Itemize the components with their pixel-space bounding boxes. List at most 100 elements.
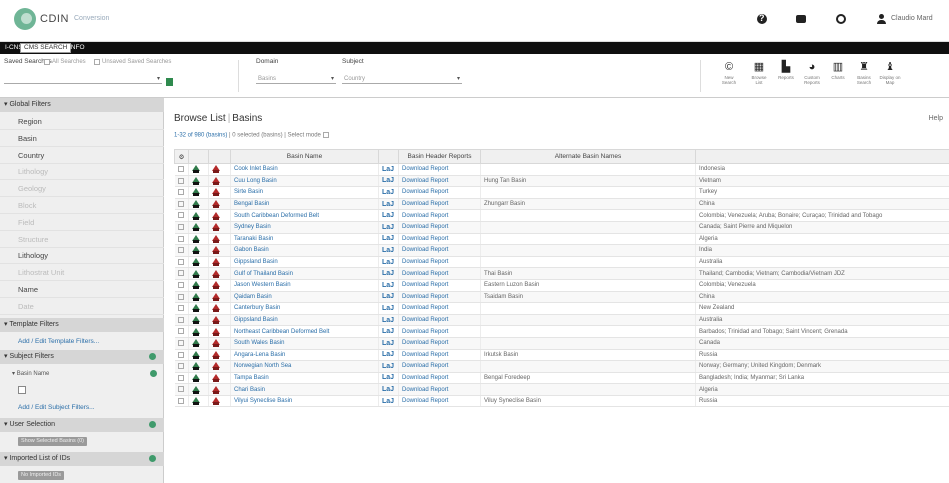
- download-report-link[interactable]: Download Report: [402, 375, 448, 381]
- table-row[interactable]: Gippsland Basin LaJ Download Report Austral…: [174, 314, 949, 327]
- row-checkbox[interactable]: [177, 351, 184, 358]
- user-name[interactable]: Claudio Mard: [891, 15, 933, 22]
- red-tree-icon[interactable]: [212, 339, 220, 348]
- table-row[interactable]: Taranaki Basin LaJ Download Report Algeria: [174, 233, 949, 246]
- row-checkbox[interactable]: [177, 189, 184, 196]
- table-row[interactable]: Cuu Long Basin LaJ Download Report Hung Tan…: [174, 175, 949, 188]
- basin-name-link[interactable]: Jason Western Basin: [234, 282, 291, 288]
- table-row[interactable]: Qaidam Basin LaJ Download Report Tsaidam Ba…: [174, 291, 949, 304]
- basins-search-tool[interactable]: ♜ Basins Search: [853, 62, 875, 86]
- download-report-link[interactable]: Download Report: [402, 259, 448, 265]
- basin-name-link[interactable]: Bengal Basin: [234, 201, 269, 207]
- subject-select[interactable]: Country ▾: [342, 74, 462, 84]
- chart-icon[interactable]: LaJ: [382, 270, 394, 277]
- red-tree-icon[interactable]: [212, 188, 220, 197]
- row-checkbox[interactable]: [177, 235, 184, 242]
- template-filters-header[interactable]: ▾ Template Filters: [0, 318, 164, 332]
- help-link[interactable]: Help: [929, 115, 943, 122]
- sidebar-item-date[interactable]: Date: [0, 299, 164, 315]
- chart-icon[interactable]: LaJ: [382, 166, 394, 173]
- basin-name-link[interactable]: Cook Inlet Basin: [234, 166, 278, 172]
- gear-icon[interactable]: ⚙: [174, 149, 189, 164]
- global-filters-header[interactable]: ▾ Global Filters: [0, 98, 164, 112]
- row-checkbox[interactable]: [177, 212, 184, 219]
- basin-name-link[interactable]: Tampa Basin: [234, 375, 269, 381]
- select-mode-label[interactable]: Select mode: [288, 133, 321, 139]
- table-row[interactable]: Jason Western Basin LaJ Download Report Eas…: [174, 279, 949, 292]
- row-checkbox[interactable]: [177, 200, 184, 207]
- basin-name-link[interactable]: Gippsland Basin: [234, 259, 278, 265]
- table-row[interactable]: Vilyui Syneclise Basin LaJ Download Report…: [174, 395, 949, 408]
- sidebar-item-field[interactable]: Field: [0, 215, 164, 231]
- red-tree-icon[interactable]: [212, 362, 220, 371]
- download-report-link[interactable]: Download Report: [402, 166, 448, 172]
- red-tree-icon[interactable]: [212, 316, 220, 325]
- column-header-country[interactable]: [695, 149, 949, 164]
- sidebar-item-lithology[interactable]: Lithology: [0, 248, 164, 265]
- basin-name-link[interactable]: Cuu Long Basin: [234, 178, 277, 184]
- download-report-link[interactable]: Download Report: [402, 398, 448, 404]
- chart-icon[interactable]: LaJ: [382, 282, 394, 289]
- basin-name-link[interactable]: Taranaki Basin: [234, 236, 273, 242]
- saved-searches-select[interactable]: ▾: [4, 74, 162, 84]
- table-row[interactable]: Canterbury Basin LaJ Download Report New Ze…: [174, 302, 949, 315]
- red-tree-icon[interactable]: [212, 165, 220, 174]
- table-row[interactable]: South Caribbean Deformed Belt LaJ Download…: [174, 209, 949, 222]
- red-tree-icon[interactable]: [212, 246, 220, 255]
- save-search-icon[interactable]: [166, 78, 173, 86]
- table-row[interactable]: Angara-Lena Basin LaJ Download Report Irkut…: [174, 349, 949, 362]
- row-checkbox[interactable]: [177, 339, 184, 346]
- red-tree-icon[interactable]: [212, 373, 220, 382]
- green-tree-icon[interactable]: [192, 350, 200, 359]
- green-tree-icon[interactable]: [192, 292, 200, 301]
- download-report-link[interactable]: Download Report: [402, 282, 448, 288]
- display-on-map-tool[interactable]: ♝ Display on Map: [879, 62, 901, 86]
- messages-icon[interactable]: [796, 15, 806, 23]
- chart-icon[interactable]: LaJ: [382, 374, 394, 381]
- download-report-link[interactable]: Download Report: [402, 340, 448, 346]
- sidebar-item-basin[interactable]: Basin: [0, 131, 164, 147]
- row-checkbox[interactable]: [177, 386, 184, 393]
- chart-icon[interactable]: LaJ: [382, 235, 394, 242]
- chart-icon[interactable]: LaJ: [382, 212, 394, 219]
- green-tree-icon[interactable]: [192, 373, 200, 382]
- add-template-filters-link[interactable]: Add / Edit Template Filters...: [18, 338, 99, 345]
- basin-name-link[interactable]: Northeast Caribbean Deformed Belt: [234, 329, 329, 335]
- basin-name-link[interactable]: Canterbury Basin: [234, 305, 280, 311]
- sidebar-item-country[interactable]: Country: [0, 148, 164, 164]
- table-row[interactable]: Bengal Basin LaJ Download Report Zhungarr B…: [174, 198, 949, 211]
- green-tree-icon[interactable]: [192, 223, 200, 232]
- basin-name-filter[interactable]: ▾ Basin Name: [12, 370, 49, 377]
- chart-icon[interactable]: LaJ: [382, 328, 394, 335]
- green-tree-icon[interactable]: [192, 362, 200, 371]
- green-tree-icon[interactable]: [192, 246, 200, 255]
- download-report-link[interactable]: Download Report: [402, 224, 448, 230]
- add-imported-list-icon[interactable]: [149, 455, 156, 462]
- basin-name-link[interactable]: Qaidam Basin: [234, 294, 272, 300]
- add-user-selection-icon[interactable]: [149, 421, 156, 428]
- red-tree-icon[interactable]: [212, 200, 220, 209]
- green-tree-icon[interactable]: [192, 316, 200, 325]
- red-tree-icon[interactable]: [212, 258, 220, 267]
- row-checkbox[interactable]: [177, 305, 184, 312]
- red-tree-icon[interactable]: [212, 385, 220, 394]
- row-checkbox[interactable]: [177, 223, 184, 230]
- download-report-link[interactable]: Download Report: [402, 247, 448, 253]
- red-tree-icon[interactable]: [212, 211, 220, 220]
- basin-name-link[interactable]: South Wales Basin: [234, 340, 284, 346]
- green-tree-icon[interactable]: [192, 269, 200, 278]
- basin-name-link[interactable]: Gulf of Thailand Basin: [234, 271, 293, 277]
- red-tree-icon[interactable]: [212, 269, 220, 278]
- basin-name-link[interactable]: Sirte Basin: [234, 189, 263, 195]
- chart-icon[interactable]: LaJ: [382, 189, 394, 196]
- green-tree-icon[interactable]: [192, 397, 200, 406]
- logo-icon[interactable]: [14, 8, 36, 30]
- chart-icon[interactable]: LaJ: [382, 247, 394, 254]
- sidebar-item-geology[interactable]: Geology: [0, 181, 164, 198]
- column-header-alternate-names[interactable]: Alternate Basin Names: [480, 149, 696, 164]
- chart-icon[interactable]: LaJ: [382, 201, 394, 208]
- new-search-tool[interactable]: © New Search: [718, 62, 740, 86]
- tab-info[interactable]: INFO: [66, 43, 88, 53]
- chart-icon[interactable]: LaJ: [382, 259, 394, 266]
- help-icon[interactable]: [757, 13, 767, 24]
